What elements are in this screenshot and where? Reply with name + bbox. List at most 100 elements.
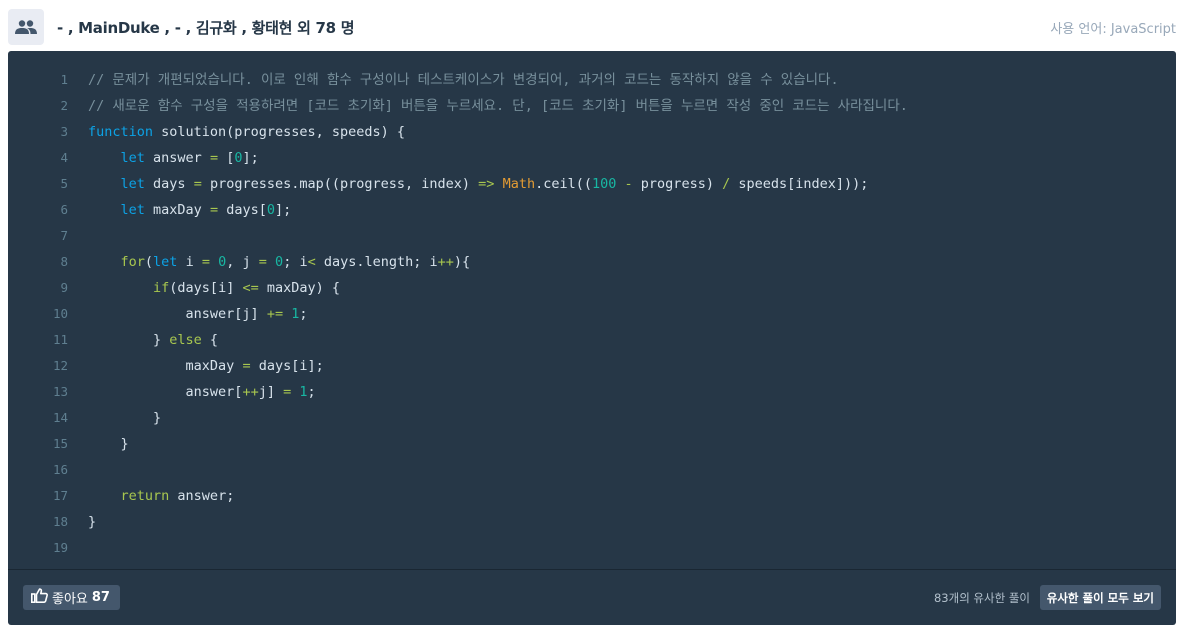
line-number: 19 — [52, 540, 68, 555]
code-token: days[ — [218, 202, 267, 218]
code-token: } — [88, 410, 162, 426]
line-source: } — [88, 509, 96, 535]
code-token: 100 — [592, 176, 617, 192]
line-number: 11 — [52, 332, 68, 347]
code-line: 11 } else { — [8, 327, 1176, 353]
code-token: // 새로운 함수 구성을 적용하려면 [코드 초기화] 버튼을 누르세요. 단… — [88, 98, 908, 114]
code-token: ++ — [437, 254, 454, 270]
code-line: 18} — [8, 509, 1176, 535]
code-token: => — [478, 176, 495, 192]
code-token: (days[i] — [169, 280, 243, 296]
like-label: 좋아요 — [52, 592, 88, 607]
code-token: // 문제가 개편되었습니다. 이로 인해 함수 구성이나 테스트케이스가 변경… — [88, 72, 839, 88]
code-token: ){ — [453, 254, 471, 270]
code-line: 5 let days = progresses.map((progress, i… — [8, 171, 1176, 197]
line-source: answer[j] += 1; — [88, 301, 308, 327]
code-token: solution(progresses, speeds) { — [153, 124, 405, 140]
code-token: ]; — [242, 150, 259, 166]
code-token: answer; — [169, 488, 235, 504]
like-button[interactable]: 좋아요 87 — [23, 585, 120, 610]
line-number: 17 — [52, 488, 68, 503]
code-token: days — [144, 176, 194, 192]
line-source: if(days[i] <= maxDay) { — [88, 275, 340, 301]
code-token: 1 — [299, 384, 308, 400]
code-line: 16 — [8, 457, 1176, 483]
code-token: = — [209, 150, 219, 166]
code-line: 7 — [8, 223, 1176, 249]
code-token: } — [88, 332, 170, 348]
code-line: 9 if(days[i] <= maxDay) { — [8, 275, 1176, 301]
code-token: = — [258, 254, 267, 270]
line-source: return answer; — [88, 483, 235, 509]
line-source: maxDay = days[i]; — [88, 353, 324, 379]
code-token: / — [722, 176, 731, 192]
code-token: [ — [218, 150, 235, 166]
code-line: 12 maxDay = days[i]; — [8, 353, 1176, 379]
line-number: 13 — [52, 384, 68, 399]
solution-footer: 좋아요 87 83개의 유사한 풀이 유사한 풀이 모두 보기 — [8, 569, 1176, 625]
line-number: 4 — [60, 150, 68, 165]
code-token: 0 — [266, 202, 275, 218]
line-number: 15 — [52, 436, 68, 451]
code-line: 1 // 문제가 개편되었습니다. 이로 인해 함수 구성이나 테스트케이스가 변… — [8, 67, 1176, 93]
code-token: function — [88, 124, 154, 140]
code-token: else — [169, 332, 202, 348]
code-token: progresses.map((progress, index) — [201, 176, 479, 192]
code-line: 4 let answer = [0]; — [8, 145, 1176, 171]
code-token: = — [209, 202, 219, 218]
similar-solutions-count: 83개의 유사한 풀이 — [933, 591, 1030, 605]
line-source: let maxDay = days[0]; — [88, 197, 292, 223]
like-count: 87 — [91, 590, 110, 605]
line-source: } — [88, 431, 129, 457]
code-token: 0 — [275, 254, 284, 270]
line-number: 5 — [60, 176, 68, 191]
code-token: ]; — [275, 202, 292, 218]
line-source: answer[++j] = 1; — [88, 379, 316, 405]
line-source: } — [88, 405, 161, 431]
line-number: 6 — [60, 202, 68, 217]
code-viewer[interactable]: 1 // 문제가 개편되었습니다. 이로 인해 함수 구성이나 테스트케이스가 변… — [8, 51, 1176, 625]
code-token: Math — [502, 176, 536, 192]
code-token: answer[ — [88, 384, 243, 400]
code-line: 6 let maxDay = days[0]; — [8, 197, 1176, 223]
code-token: .ceil(( — [535, 176, 592, 192]
code-token: for — [120, 254, 145, 270]
people-icon — [8, 9, 44, 45]
code-token: let — [120, 176, 145, 192]
line-number: 7 — [60, 228, 68, 243]
view-all-similar-button[interactable]: 유사한 풀이 모두 보기 — [1039, 585, 1161, 610]
code-token: progress) — [632, 176, 723, 192]
line-number: 2 — [60, 98, 68, 113]
author-list: - , MainDuke , - , 김규화 , 황태현 외 78 명 — [57, 18, 355, 37]
code-block: 1 // 문제가 개편되었습니다. 이로 인해 함수 구성이나 테스트케이스가 변… — [8, 67, 1176, 561]
code-token: let — [153, 254, 178, 270]
code-token: <= — [242, 280, 259, 296]
code-line: 17 return answer; — [8, 483, 1176, 509]
code-token: ; i — [283, 254, 308, 270]
code-line: 3 function solution(progresses, speeds) { — [8, 119, 1176, 145]
solution-header: - , MainDuke , - , 김규화 , 황태현 외 78 명 사용 언… — [8, 8, 1176, 46]
code-token: answer[j] — [88, 306, 267, 322]
code-token: let — [120, 150, 145, 166]
code-token: } — [88, 514, 97, 530]
code-token: = — [283, 384, 292, 400]
code-token: += — [266, 306, 284, 322]
line-number: 12 — [52, 358, 68, 373]
code-line: 13 answer[++j] = 1; — [8, 379, 1176, 405]
line-number: 14 — [52, 410, 68, 425]
line-number: 8 — [60, 254, 68, 269]
code-token: ; — [307, 384, 316, 400]
line-number: 16 — [52, 462, 68, 477]
line-source: let answer = [0]; — [88, 145, 259, 171]
code-token: maxDay) { — [258, 280, 340, 296]
line-source: // 새로운 함수 구성을 적용하려면 [코드 초기화] 버튼을 누르세요. 단… — [88, 93, 908, 119]
code-token: maxDay — [88, 358, 243, 374]
line-number: 1 — [60, 72, 68, 87]
